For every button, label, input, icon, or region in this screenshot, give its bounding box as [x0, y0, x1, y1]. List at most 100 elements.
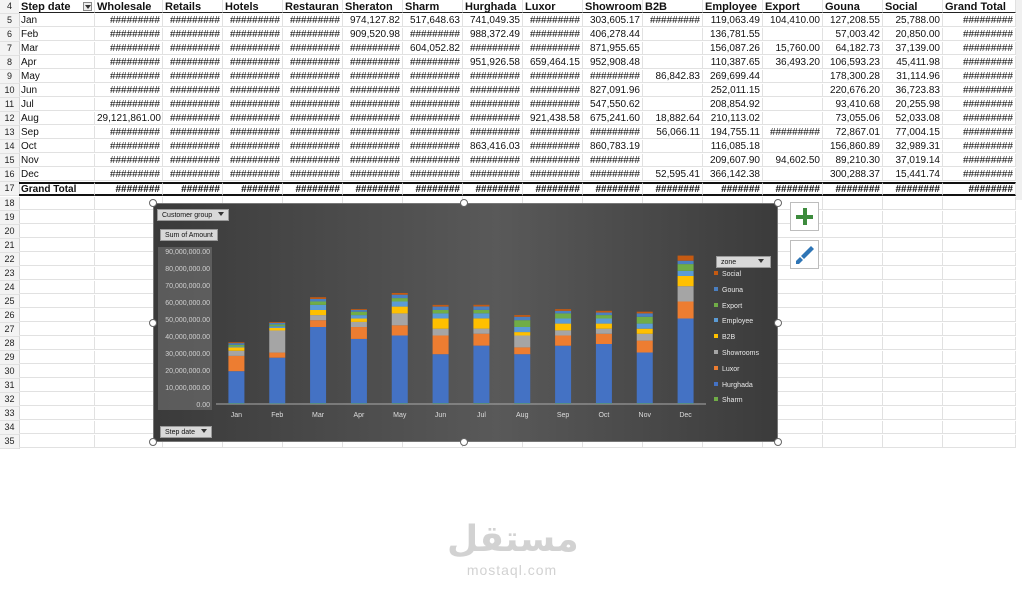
grid-cell[interactable]: ######### [283, 28, 343, 41]
grid-cell[interactable]: ######### [223, 42, 283, 55]
bar-segment-luxor[interactable] [350, 327, 367, 339]
grid-cell[interactable] [19, 239, 95, 252]
column-header-cell[interactable]: Retails [163, 0, 223, 13]
row-header[interactable]: 35 [0, 435, 20, 449]
grid-cell[interactable]: ######### [583, 154, 643, 167]
resize-handle[interactable] [774, 319, 782, 327]
grid-cell[interactable]: 94,602.50 [763, 154, 823, 167]
legend-item-b2b[interactable]: B2B [714, 332, 735, 344]
grid-cell[interactable]: ####### [163, 182, 223, 196]
bar-segment-social[interactable] [432, 304, 449, 307]
legend-item-gouna[interactable]: Gouna [714, 285, 743, 297]
grid-cell[interactable]: ######### [283, 154, 343, 167]
grid-cell[interactable] [943, 281, 1016, 294]
bar-segment-employee[interactable] [269, 326, 286, 328]
grid-cell[interactable]: 209,607.90 [703, 154, 763, 167]
bar-segment-export[interactable] [310, 301, 327, 305]
grid-cell[interactable] [883, 253, 943, 266]
grid-cell[interactable]: 127,208.55 [823, 14, 883, 27]
grid-cell[interactable]: ######### [223, 140, 283, 153]
grid-cell[interactable] [643, 140, 703, 153]
grid-cell[interactable]: ######### [95, 168, 163, 181]
grid-cell[interactable]: ######## [283, 182, 343, 196]
grid-cell[interactable]: 269,699.44 [703, 70, 763, 83]
grid-cell[interactable] [19, 211, 95, 224]
column-header-cell[interactable]: Restauran [283, 0, 343, 13]
grid-cell[interactable]: 210,113.02 [703, 112, 763, 125]
bar-segment-showrooms[interactable] [350, 321, 367, 328]
column-header-cell[interactable]: Social [883, 0, 943, 13]
customer-group-filter-button[interactable]: Customer group [157, 209, 230, 221]
grid-cell[interactable]: ######### [283, 14, 343, 27]
bar-segment-employee[interactable] [595, 318, 612, 324]
bar-segment-employee[interactable] [514, 326, 531, 333]
grid-cell[interactable] [943, 309, 1016, 322]
bar-segment-showrooms[interactable] [228, 350, 245, 356]
grid-cell[interactable] [943, 267, 1016, 280]
grid-cell[interactable]: ######### [223, 84, 283, 97]
grid-cell[interactable]: 952,908.48 [583, 56, 643, 69]
grid-cell[interactable]: 73,055.06 [823, 112, 883, 125]
grid-cell[interactable]: ####### [703, 182, 763, 196]
grid-cell[interactable]: 89,210.30 [823, 154, 883, 167]
grid-cell[interactable]: ######### [163, 42, 223, 55]
grid-cell[interactable]: May [19, 70, 95, 83]
grid-cell[interactable]: ######### [523, 84, 583, 97]
grid-cell[interactable] [883, 351, 943, 364]
grid-cell[interactable]: ######### [95, 70, 163, 83]
grid-cell[interactable]: ######### [223, 14, 283, 27]
grid-cell[interactable]: 15,441.74 [883, 168, 943, 181]
grid-cell[interactable]: ######### [95, 14, 163, 27]
grid-cell[interactable]: 20,255.98 [883, 98, 943, 111]
grid-cell[interactable]: 77,004.15 [883, 126, 943, 139]
grid-cell[interactable]: ######### [943, 28, 1016, 41]
grid-cell[interactable] [823, 337, 883, 350]
grid-cell[interactable] [823, 295, 883, 308]
filter-dropdown-icon[interactable] [83, 2, 92, 11]
bar-segment-sharm[interactable] [514, 403, 531, 404]
grid-cell[interactable]: 106,593.23 [823, 56, 883, 69]
bar-segment-employee[interactable] [391, 301, 408, 307]
grid-cell[interactable]: ######## [403, 182, 463, 196]
bar-segment-b2b[interactable] [636, 328, 653, 334]
bar-segment-hurghada[interactable] [595, 343, 612, 404]
bar-segment-b2b[interactable] [228, 347, 245, 351]
bar-segment-hurghada[interactable] [269, 357, 286, 404]
grid-cell[interactable] [823, 323, 883, 336]
grid-cell[interactable] [943, 225, 1016, 238]
column-header-cell[interactable]: Grand Total [943, 0, 1016, 13]
bar-segment-sharm[interactable] [310, 403, 327, 404]
grid-cell[interactable]: 366,142.38 [703, 168, 763, 181]
grid-cell[interactable] [763, 168, 823, 181]
grid-cell[interactable] [883, 337, 943, 350]
grid-cell[interactable]: 32,989.31 [883, 140, 943, 153]
grid-cell[interactable]: ######### [223, 56, 283, 69]
grid-cell[interactable] [883, 239, 943, 252]
bar-segment-sharm[interactable] [677, 403, 694, 404]
column-header-cell[interactable]: Gouna [823, 0, 883, 13]
grid-cell[interactable]: ######### [643, 14, 703, 27]
bar-segment-luxor[interactable] [555, 335, 572, 346]
legend-item-employee[interactable]: Employee [714, 316, 753, 328]
grid-cell[interactable]: 18,882.64 [643, 112, 703, 125]
bar-segment-gouna[interactable] [350, 310, 367, 312]
grid-cell[interactable]: 104,410.00 [763, 14, 823, 27]
row-header[interactable]: 11 [0, 98, 20, 112]
grid-cell[interactable] [643, 154, 703, 167]
grid-cell[interactable]: ######### [343, 126, 403, 139]
grid-cell[interactable]: ######### [943, 126, 1016, 139]
bar-segment-showrooms[interactable] [391, 313, 408, 326]
bar-segment-sharm[interactable] [636, 403, 653, 404]
grid-cell[interactable]: ######### [283, 140, 343, 153]
grid-cell[interactable]: ######### [283, 126, 343, 139]
grid-cell[interactable]: 194,755.11 [703, 126, 763, 139]
grid-cell[interactable]: ######### [223, 70, 283, 83]
grid-cell[interactable] [19, 323, 95, 336]
row-header[interactable]: 14 [0, 140, 20, 154]
bar-segment-employee[interactable] [473, 313, 490, 319]
row-header[interactable]: 17 [0, 182, 20, 196]
grid-cell[interactable]: ######### [223, 168, 283, 181]
column-header-cell[interactable]: Luxor [523, 0, 583, 13]
grid-cell[interactable]: ######### [223, 98, 283, 111]
grid-cell[interactable] [823, 351, 883, 364]
